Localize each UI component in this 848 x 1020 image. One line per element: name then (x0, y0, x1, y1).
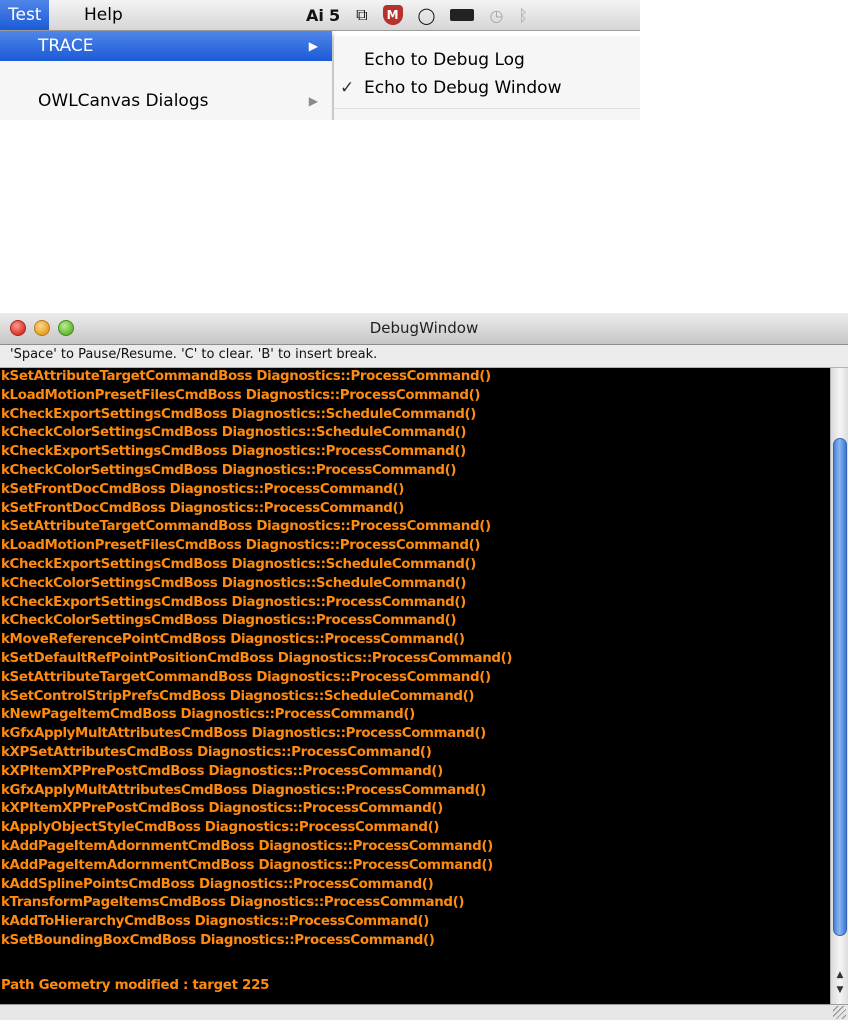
adobe-icon-label: Ai (306, 5, 324, 25)
adobe-count: 5 (328, 5, 342, 25)
log-line: kCheckColorSettingsCmdBoss Diagnostics::… (1, 425, 467, 441)
log-line: kCheckExportSettingsCmdBoss Diagnostics:… (1, 556, 476, 572)
menu-bar: Test Help Ai 5 ⧉ M ◯ ◷ ᛒ (0, 0, 640, 31)
keyboard-hint-text: 'Space' to Pause/Resume. 'C' to clear. '… (10, 347, 378, 362)
menu-item-label: TRACE (38, 36, 94, 56)
scroll-down-arrow-icon[interactable]: ▼ (831, 983, 848, 997)
log-line: kSetBoundingBoxCmdBoss Diagnostics::Proc… (1, 932, 435, 948)
time-machine-icon[interactable]: ◷ (489, 6, 503, 25)
log-lines: kSetAttributeTargetCommandBoss Diagnosti… (0, 368, 830, 951)
menu-item-trace[interactable]: TRACE ▶ (0, 31, 332, 61)
log-line: kCheckExportSettingsCmdBoss Diagnostics:… (1, 444, 466, 460)
log-line: kCheckColorSettingsCmdBoss Diagnostics::… (1, 575, 467, 591)
log-line: kGfxApplyMultAttributesCmdBoss Diagnosti… (1, 782, 486, 798)
checkmark-icon: ✓ (340, 78, 355, 98)
window-title: DebugWindow (369, 319, 479, 337)
log-line: kAddPageItemAdornmentCmdBoss Diagnostics… (1, 838, 493, 854)
log-line: kLoadMotionPresetFilesCmdBoss Diagnostic… (1, 538, 481, 554)
menu-item-label: OWLCanvas Dialogs (38, 91, 209, 111)
log-line: kSetFrontDocCmdBoss Diagnostics::Process… (1, 500, 405, 516)
trace-submenu: Echo to Debug Log ✓ Echo to Debug Window (334, 36, 640, 120)
log-line: kXPItemXPPrePostCmdBoss Diagnostics::Pro… (1, 763, 443, 779)
log-line: kSetControlStripPrefsCmdBoss Diagnostics… (1, 688, 475, 704)
adobe-icon[interactable]: Ai 5 (306, 6, 341, 25)
submenu-arrow-icon: ▶ (308, 39, 318, 53)
log-line: kCheckExportSettingsCmdBoss Diagnostics:… (1, 594, 466, 610)
log-line: kCheckExportSettingsCmdBoss Diagnostics:… (1, 406, 476, 422)
log-line: kSetAttributeTargetCommandBoss Diagnosti… (1, 369, 491, 384)
log-line: kGfxApplyMultAttributesCmdBoss Diagnosti… (1, 726, 486, 742)
mcafee-shield-icon[interactable]: M (382, 5, 403, 25)
log-line: kAddSplinePointsCmdBoss Diagnostics::Pro… (1, 876, 434, 892)
menu-extras: Ai 5 ⧉ M ◯ ◷ ᛒ (306, 0, 528, 30)
resize-grip-icon[interactable] (833, 1006, 846, 1019)
window-bottom-bar (0, 1004, 848, 1020)
menu-item-owlcanvas-dialogs[interactable]: OWLCanvas Dialogs ▶ (0, 86, 332, 116)
log-line: kAddPageItemAdornmentCmdBoss Diagnostics… (1, 857, 493, 873)
log-line: kApplyObjectStyleCmdBoss Diagnostics::Pr… (1, 820, 440, 836)
log-line: kNewPageItemCmdBoss Diagnostics::Process… (1, 707, 415, 723)
submenu-item-label: Echo to Debug Window (364, 78, 562, 98)
log-line: kAddToHierarchyCmdBoss Diagnostics::Proc… (1, 914, 430, 930)
debug-window: DebugWindow 'Space' to Pause/Resume. 'C'… (0, 313, 848, 1020)
window-titlebar[interactable]: DebugWindow (0, 313, 848, 345)
log-line: kMoveReferencePointCmdBoss Diagnostics::… (1, 632, 465, 648)
bluetooth-icon[interactable]: ᛒ (518, 6, 528, 25)
submenu-item-echo-debug-log[interactable]: Echo to Debug Log (334, 46, 640, 74)
test-menu-dropdown: TRACE ▶ OWLCanvas Dialogs ▶ (0, 31, 332, 120)
log-line: kSetDefaultRefPointPositionCmdBoss Diagn… (1, 650, 513, 666)
battery-icon[interactable] (450, 9, 475, 21)
scroll-up-arrow-icon[interactable]: ▲ (831, 968, 848, 982)
keyboard-hint-bar: 'Space' to Pause/Resume. 'C' to clear. '… (0, 345, 848, 368)
log-line: kLoadMotionPresetFilesCmdBoss Diagnostic… (1, 387, 481, 403)
log-footer-line: Path Geometry modified : target 225 (1, 978, 270, 993)
menu-test[interactable]: Test (0, 0, 50, 30)
submenu-arrow-icon: ▶ (308, 94, 318, 108)
log-line: kXPSetAttributesCmdBoss Diagnostics::Pro… (1, 744, 432, 760)
menu-screenshot: Test Help Ai 5 ⧉ M ◯ ◷ ᛒ TRACE ▶ OWLCanv… (0, 0, 640, 120)
windows-icon[interactable]: ⧉ (356, 5, 367, 25)
chat-bubble-icon[interactable]: ◯ (418, 6, 436, 25)
vertical-scrollbar[interactable]: ▲ ▼ (830, 368, 848, 1004)
debug-log-console[interactable]: kSetAttributeTargetCommandBoss Diagnosti… (0, 368, 830, 1004)
menu-help[interactable]: Help (76, 0, 131, 30)
log-line: kCheckColorSettingsCmdBoss Diagnostics::… (1, 613, 457, 629)
log-line: kXPItemXPPrePostCmdBoss Diagnostics::Pro… (1, 801, 443, 817)
scrollbar-thumb[interactable] (833, 438, 847, 936)
menu-separator (334, 108, 640, 109)
submenu-item-echo-debug-window[interactable]: ✓ Echo to Debug Window (334, 74, 640, 102)
submenu-item-label: Echo to Debug Log (364, 50, 525, 70)
log-line: kTransformPageItemsCmdBoss Diagnostics::… (1, 895, 465, 911)
log-line: kSetAttributeTargetCommandBoss Diagnosti… (1, 669, 491, 685)
log-line: kSetFrontDocCmdBoss Diagnostics::Process… (1, 481, 405, 497)
log-line: kCheckColorSettingsCmdBoss Diagnostics::… (1, 462, 457, 478)
log-line: kSetAttributeTargetCommandBoss Diagnosti… (1, 519, 491, 535)
